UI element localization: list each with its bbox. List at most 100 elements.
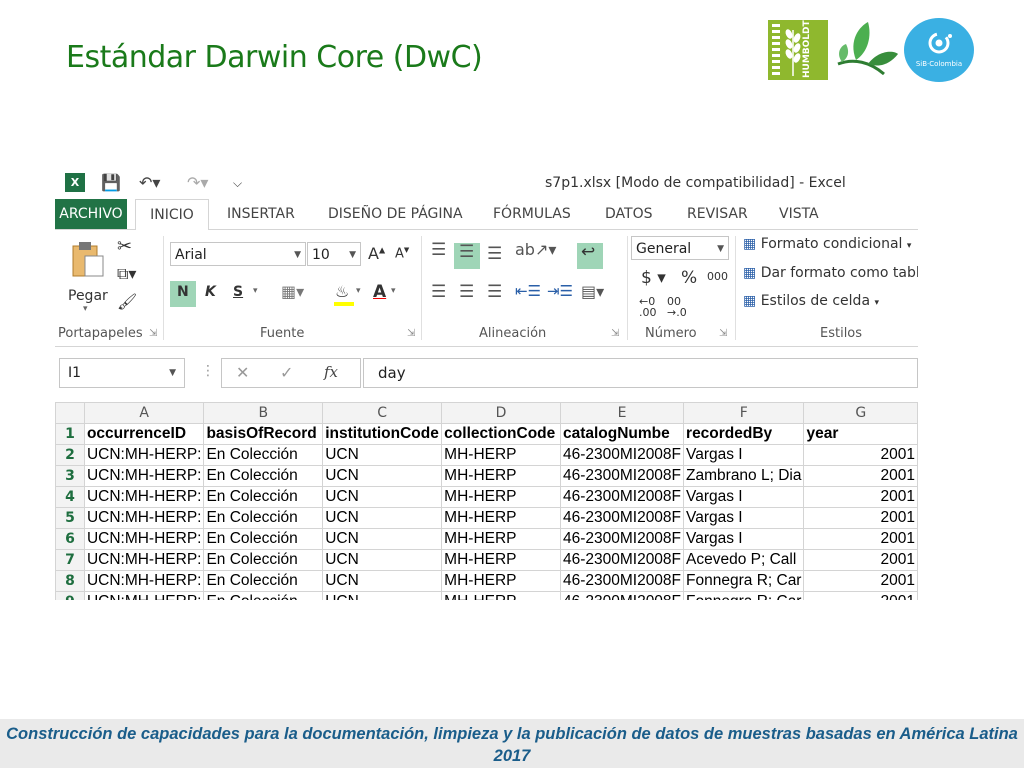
tab-inicio[interactable]: INICIO bbox=[135, 199, 209, 231]
cell[interactable]: catalogNumbe bbox=[559, 423, 685, 445]
save-icon[interactable]: 💾 bbox=[101, 173, 121, 193]
cell[interactable]: 2001 bbox=[803, 570, 918, 592]
format-painter-icon[interactable]: 🖌 bbox=[117, 292, 137, 311]
cell[interactable]: Vargas I bbox=[683, 444, 805, 466]
alignment-launcher-icon[interactable]: ⇲ bbox=[611, 328, 619, 339]
cell[interactable]: MH-HERP bbox=[441, 591, 561, 600]
cell[interactable]: UCN:MH-HERP: bbox=[83, 486, 205, 508]
align-left-icon[interactable]: ☰ bbox=[431, 282, 446, 302]
align-center-icon[interactable]: ☰ bbox=[459, 282, 474, 302]
undo-icon[interactable]: ↶▾ bbox=[139, 173, 160, 193]
cell[interactable]: UCN bbox=[322, 549, 443, 571]
cell[interactable]: 46-2300MI2008F bbox=[559, 549, 685, 571]
column-header[interactable]: A bbox=[83, 402, 205, 424]
column-header[interactable]: C bbox=[322, 402, 443, 424]
number-format-select[interactable]: General ▼ bbox=[631, 236, 729, 260]
column-header[interactable]: E bbox=[559, 402, 685, 424]
fill-color-dropdown-icon[interactable]: ▾ bbox=[356, 286, 361, 296]
row-header[interactable]: 3 bbox=[55, 465, 85, 487]
cell[interactable]: En Colección bbox=[203, 486, 324, 508]
cell[interactable]: basisOfRecord bbox=[203, 423, 324, 445]
cell[interactable]: UCN bbox=[322, 444, 443, 466]
formula-input[interactable]: day bbox=[363, 358, 918, 388]
format-as-table-button[interactable]: ▦ Dar formato como tabl bbox=[743, 265, 918, 281]
paste-label[interactable]: Pegar bbox=[68, 288, 108, 304]
underline-dropdown-icon[interactable]: ▾ bbox=[253, 286, 258, 296]
redo-icon[interactable]: ↷▾ bbox=[187, 173, 208, 193]
row-header[interactable]: 4 bbox=[55, 486, 85, 508]
tab-vista[interactable]: VISTA bbox=[779, 199, 819, 229]
cell[interactable]: MH-HERP bbox=[441, 570, 561, 592]
cut-icon[interactable]: ✂ bbox=[117, 236, 132, 257]
cell[interactable]: Fonnegra R; Car bbox=[683, 570, 805, 592]
row-header[interactable]: 2 bbox=[55, 444, 85, 466]
clipboard-launcher-icon[interactable]: ⇲ bbox=[149, 328, 157, 339]
tab-revisar[interactable]: REVISAR bbox=[687, 199, 748, 229]
cell[interactable]: MH-HERP bbox=[441, 444, 561, 466]
number-launcher-icon[interactable]: ⇲ bbox=[719, 328, 727, 339]
align-middle-icon[interactable]: ☰ bbox=[459, 242, 474, 262]
cell[interactable]: UCN:MH-HERP: bbox=[83, 528, 205, 550]
cell[interactable]: En Colección bbox=[203, 465, 324, 487]
tab-diseno-de-pagina[interactable]: DISEÑO DE PÁGINA bbox=[328, 199, 463, 229]
column-header[interactable]: D bbox=[441, 402, 561, 424]
cell[interactable]: 2001 bbox=[803, 465, 918, 487]
percent-icon[interactable]: % bbox=[681, 268, 697, 288]
cell[interactable]: 2001 bbox=[803, 507, 918, 529]
decrease-font-icon[interactable]: A▼ bbox=[395, 246, 409, 261]
cell[interactable]: MH-HERP bbox=[441, 465, 561, 487]
italic-button[interactable]: K bbox=[205, 284, 216, 300]
cell[interactable]: year bbox=[803, 423, 918, 445]
row-header[interactable]: 5 bbox=[55, 507, 85, 529]
font-color-icon[interactable]: A bbox=[373, 282, 386, 302]
name-box-dropdown-icon[interactable]: ▼ bbox=[169, 359, 176, 387]
cell[interactable]: MH-HERP bbox=[441, 486, 561, 508]
align-bottom-icon[interactable]: ☰ bbox=[487, 244, 502, 264]
insert-function-icon[interactable]: fx bbox=[324, 363, 338, 381]
cell[interactable]: 2001 bbox=[803, 444, 918, 466]
cell[interactable]: UCN:MH-HERP: bbox=[83, 444, 205, 466]
cell[interactable]: recordedBy bbox=[683, 423, 805, 445]
cell[interactable]: MH-HERP bbox=[441, 528, 561, 550]
paste-dropdown-icon[interactable]: ▾ bbox=[83, 304, 88, 314]
name-box[interactable]: I1 ▼ bbox=[59, 358, 185, 388]
cell[interactable]: 46-2300MI2008F bbox=[559, 528, 685, 550]
column-header[interactable]: F bbox=[683, 402, 805, 424]
cell[interactable]: Vargas I bbox=[683, 528, 805, 550]
tab-archivo[interactable]: ARCHIVO bbox=[55, 199, 127, 229]
cell[interactable]: MH-HERP bbox=[441, 549, 561, 571]
cell[interactable]: collectionCode bbox=[441, 423, 561, 445]
cell-styles-button[interactable]: ▦ Estilos de celda ▾ bbox=[743, 293, 879, 309]
cell[interactable]: 2001 bbox=[803, 591, 918, 600]
cell[interactable]: 2001 bbox=[803, 528, 918, 550]
cell[interactable]: UCN:MH-HERP: bbox=[83, 507, 205, 529]
increase-font-icon[interactable]: A▲ bbox=[368, 244, 385, 263]
font-launcher-icon[interactable]: ⇲ bbox=[407, 328, 415, 339]
cell[interactable]: 46-2300MI2008F bbox=[559, 465, 685, 487]
font-color-dropdown-icon[interactable]: ▾ bbox=[391, 286, 396, 296]
cell[interactable]: 46-2300MI2008F bbox=[559, 507, 685, 529]
cell[interactable]: En Colección bbox=[203, 507, 324, 529]
font-name-select[interactable]: Arial ▼ bbox=[170, 242, 306, 266]
tab-insertar[interactable]: INSERTAR bbox=[227, 199, 295, 229]
increase-indent-icon[interactable]: ⇥☰ bbox=[547, 282, 573, 300]
fill-color-icon[interactable]: ♨ bbox=[335, 282, 349, 301]
select-all-corner[interactable] bbox=[55, 402, 85, 424]
underline-button[interactable]: S bbox=[233, 284, 243, 300]
cell[interactable]: 46-2300MI2008F bbox=[559, 591, 685, 600]
decrease-indent-icon[interactable]: ⇤☰ bbox=[515, 282, 541, 300]
currency-icon[interactable]: $ ▾ bbox=[641, 268, 666, 288]
tab-formulas[interactable]: FÓRMULAS bbox=[493, 199, 571, 229]
align-right-icon[interactable]: ☰ bbox=[487, 282, 502, 302]
conditional-format-button[interactable]: ▦ Formato condicional ▾ bbox=[743, 236, 911, 252]
cell[interactable]: 2001 bbox=[803, 486, 918, 508]
cell[interactable]: Acevedo P; Call bbox=[683, 549, 805, 571]
cell[interactable]: UCN bbox=[322, 591, 443, 600]
cell[interactable]: Fonnegra R; Car bbox=[683, 591, 805, 600]
cell[interactable]: UCN bbox=[322, 570, 443, 592]
cell[interactable]: UCN bbox=[322, 528, 443, 550]
cell[interactable]: 46-2300MI2008F bbox=[559, 570, 685, 592]
font-size-select[interactable]: 10 ▼ bbox=[307, 242, 361, 266]
orientation-icon[interactable]: ab↗▾ bbox=[515, 240, 556, 259]
cell[interactable]: Vargas I bbox=[683, 486, 805, 508]
